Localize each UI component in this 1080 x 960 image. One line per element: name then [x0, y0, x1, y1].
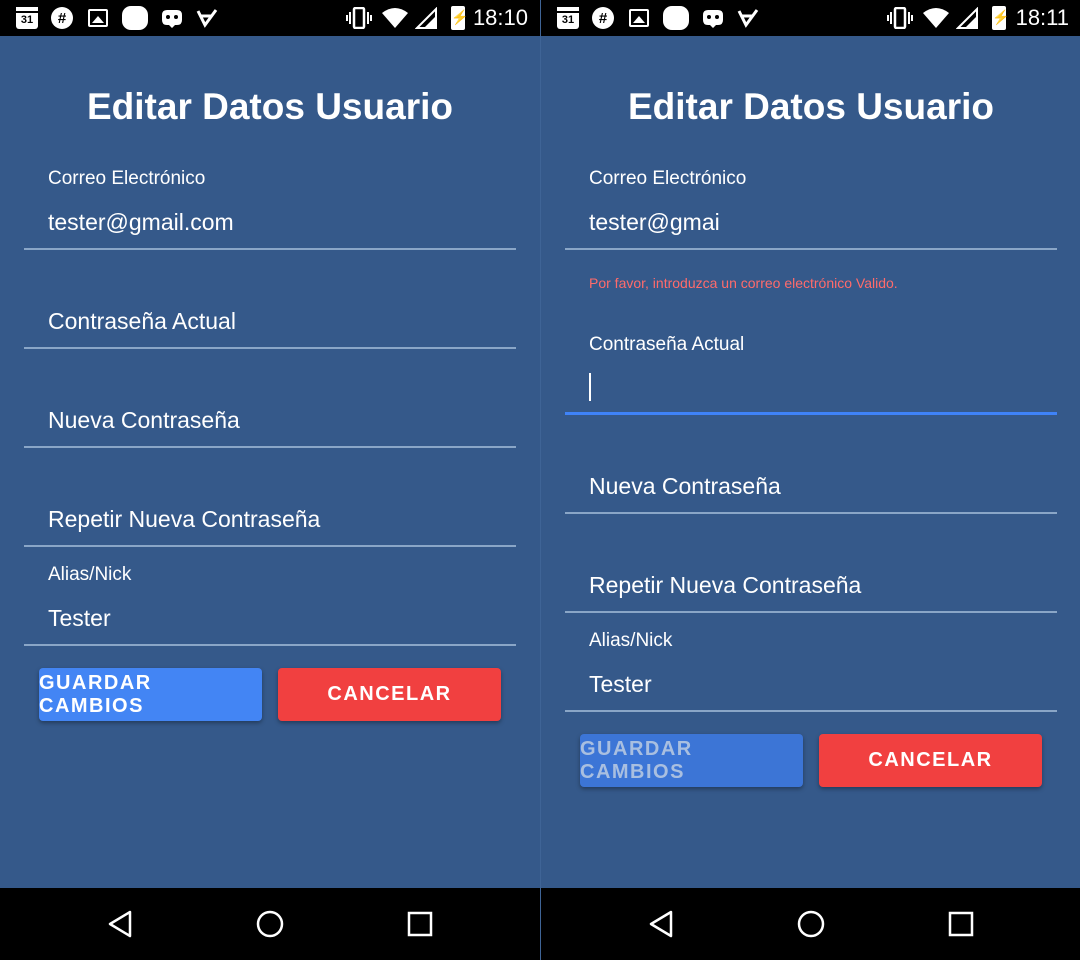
screen-after: 31 # 18:11 Editar Datos Usuario Correo E…: [540, 0, 1080, 960]
email-label: Correo Electrónico: [589, 168, 747, 189]
vibrate-icon: [886, 7, 914, 29]
back-icon[interactable]: [645, 908, 677, 940]
email-error-message: Por favor, introduzca un correo electrón…: [589, 275, 898, 291]
slack-icon: #: [51, 7, 73, 29]
status-time: 18:10: [472, 5, 528, 30]
wifi-icon: [381, 7, 409, 29]
cancel-button[interactable]: CANCELAR: [819, 734, 1042, 787]
new-password-placeholder: Nueva Contraseña: [589, 473, 781, 499]
navigation-bar: [0, 888, 540, 960]
check-icon: [737, 7, 759, 29]
home-icon[interactable]: [254, 908, 286, 940]
screen-before: 31 # 18:10 Editar Datos Usuario Correo E…: [0, 0, 540, 960]
calendar-icon: 31: [16, 7, 38, 29]
repeat-password-field[interactable]: Repetir Nueva Contraseña: [565, 514, 1057, 613]
signal-icon: [415, 7, 437, 29]
current-password-placeholder: Contraseña Actual: [48, 308, 236, 334]
recents-icon[interactable]: [945, 908, 977, 940]
recents-icon[interactable]: [404, 908, 436, 940]
save-button[interactable]: GUARDAR CAMBIOS: [580, 734, 803, 787]
status-bar: 31 # 18:11: [541, 0, 1080, 36]
image-icon: [88, 9, 108, 27]
current-password-field[interactable]: Contraseña Actual: [24, 250, 516, 349]
repeat-password-placeholder: Repetir Nueva Contraseña: [589, 572, 862, 598]
alias-value: Tester: [589, 671, 652, 697]
repeat-password-placeholder: Repetir Nueva Contraseña: [48, 506, 321, 532]
signal-icon: [956, 7, 978, 29]
alias-label: Alias/Nick: [589, 630, 673, 651]
check-icon: [196, 7, 218, 29]
alias-field[interactable]: Alias/Nick Tester: [565, 613, 1057, 712]
current-password-label: Contraseña Actual: [589, 334, 745, 355]
wifi-icon: [922, 7, 950, 29]
slack-icon: #: [592, 7, 614, 29]
back-icon[interactable]: [104, 908, 136, 940]
status-time: 18:11: [1015, 5, 1069, 30]
image-icon: [629, 9, 649, 27]
email-value: tester@gmai: [589, 209, 720, 235]
home-icon[interactable]: [795, 908, 827, 940]
email-field[interactable]: Correo Electrónico tester@gmail.com: [24, 164, 516, 250]
save-button[interactable]: GUARDAR CAMBIOS: [39, 668, 262, 721]
email-value: tester@gmail.com: [48, 209, 234, 235]
game-icon: [700, 7, 726, 29]
new-password-field[interactable]: Nueva Contraseña: [565, 415, 1057, 514]
calendar-icon: 31: [557, 7, 579, 29]
cancel-button[interactable]: CANCELAR: [278, 668, 501, 721]
page-title: Editar Datos Usuario: [628, 86, 994, 127]
game-icon: [159, 7, 185, 29]
alias-label: Alias/Nick: [48, 564, 132, 585]
notification-icon: [663, 6, 689, 30]
notification-icon: [122, 6, 148, 30]
vibrate-icon: [345, 7, 373, 29]
text-caret: [589, 373, 591, 401]
new-password-placeholder: Nueva Contraseña: [48, 407, 240, 433]
status-bar: 31 # 18:10: [0, 0, 540, 36]
repeat-password-field[interactable]: Repetir Nueva Contraseña: [24, 448, 516, 547]
email-field[interactable]: Correo Electrónico tester@gmai: [565, 164, 1057, 250]
page-title: Editar Datos Usuario: [87, 86, 453, 127]
battery-charging-icon: [992, 6, 1006, 30]
new-password-field[interactable]: Nueva Contraseña: [24, 349, 516, 448]
battery-charging-icon: [451, 6, 465, 30]
alias-field[interactable]: Alias/Nick Tester: [24, 547, 516, 646]
email-label: Correo Electrónico: [48, 168, 206, 189]
alias-value: Tester: [48, 605, 111, 631]
current-password-field[interactable]: Contraseña Actual: [565, 330, 1057, 415]
navigation-bar: [541, 888, 1080, 960]
